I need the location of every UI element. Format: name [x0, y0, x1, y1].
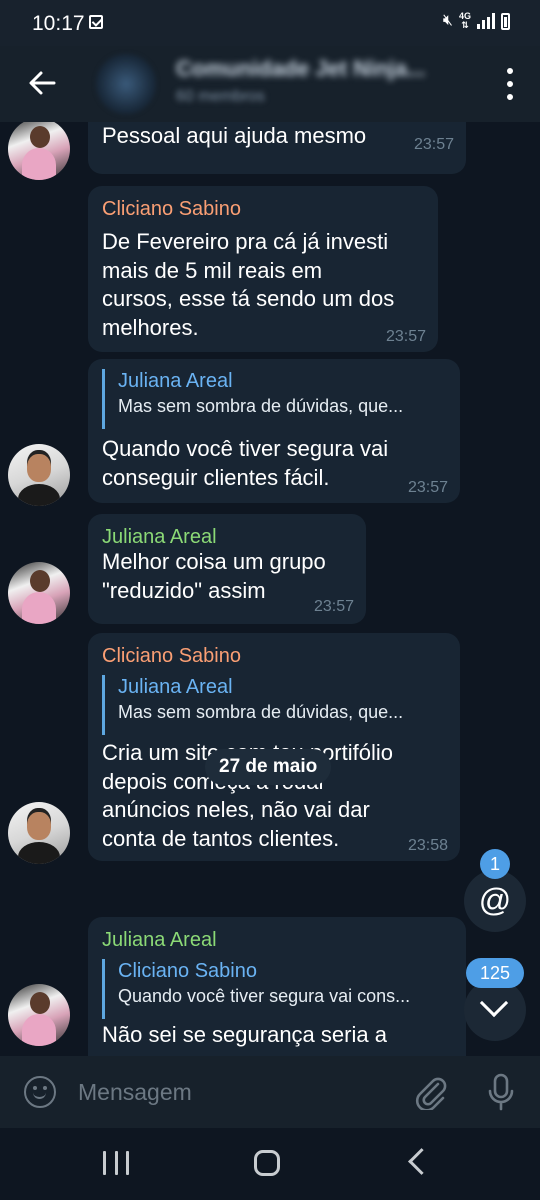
group-avatar[interactable] — [96, 54, 156, 114]
message-time: 23:57 — [313, 598, 354, 615]
message-bubble[interactable]: Juliana Areal Melhor coisa um grupo "red… — [88, 514, 366, 624]
at-icon: @ — [478, 882, 512, 918]
message-bubble[interactable]: Juliana Areal Mas sem sombra de dúvidas,… — [88, 359, 460, 503]
message-input-bar — [0, 1056, 540, 1128]
system-nav-bar — [0, 1128, 540, 1200]
battery-icon — [501, 12, 510, 30]
group-member-count: 60 membros — [176, 88, 265, 105]
avatar-cliciano[interactable] — [8, 444, 70, 506]
emoji-icon[interactable] — [24, 1076, 56, 1108]
notification-icon — [89, 15, 103, 29]
status-time: 10:17 — [32, 12, 85, 35]
mentions-button[interactable]: @ — [464, 870, 526, 932]
message-bubble[interactable]: Cliciano Sabino Juliana Areal Mas sem so… — [88, 633, 460, 861]
reply-preview[interactable]: Cliciano Sabino Quando você tiver segura… — [102, 959, 410, 1019]
reply-text: Mas sem sombra de dúvidas, que... — [118, 396, 404, 416]
message-time: 23:58 — [407, 837, 448, 854]
more-options-icon[interactable] — [506, 68, 514, 100]
reply-text: Quando você tiver segura vai cons... — [118, 986, 411, 1006]
reply-text: Mas sem sombra de dúvidas, que... — [118, 702, 404, 722]
message-text: De Fevereiro pra cá já investi mais de 5… — [102, 229, 395, 340]
message-input[interactable] — [78, 1074, 398, 1110]
attach-icon[interactable] — [414, 1074, 448, 1110]
status-bar: 10:17 🔇︎ 4G ⇅ — [0, 0, 540, 46]
message-text: Não sei se segurança seria a — [102, 1022, 387, 1047]
reply-preview[interactable]: Juliana Areal Mas sem sombra de dúvidas,… — [102, 369, 403, 429]
back-arrow-icon[interactable] — [26, 66, 60, 100]
sender-name[interactable]: Cliciano Sabino — [102, 645, 241, 668]
reply-preview[interactable]: Juliana Areal Mas sem sombra de dúvidas,… — [102, 675, 403, 735]
home-icon[interactable] — [254, 1150, 280, 1176]
reply-author: Juliana Areal — [118, 676, 233, 698]
reply-author: Juliana Areal — [118, 370, 233, 392]
message-text: Quando você tiver segura vai conseguir c… — [102, 436, 389, 490]
message-time: 23:57 — [385, 328, 426, 345]
status-icons: 🔇︎ 4G ⇅ — [443, 12, 510, 30]
message-bubble[interactable]: Cliciano Sabino De Fevereiro pra cá já i… — [88, 186, 438, 352]
avatar-juliana[interactable] — [8, 122, 70, 180]
message-time: 23:57 — [413, 136, 454, 153]
signal-icon — [477, 13, 495, 29]
avatar-juliana[interactable] — [8, 984, 70, 1046]
chevron-down-icon — [479, 988, 509, 1018]
scroll-down-button[interactable] — [464, 979, 526, 1041]
mute-icon: 🔇︎ — [442, 12, 453, 29]
mention-count-badge: 1 — [480, 849, 510, 879]
sender-name[interactable]: Juliana Areal — [102, 526, 217, 549]
network-type: 4G ⇅ — [458, 11, 471, 30]
date-separator: 27 de maio — [205, 749, 332, 785]
microphone-icon[interactable] — [486, 1072, 516, 1112]
message-text: Melhor coisa um grupo "reduzido" assim — [102, 549, 326, 603]
group-title[interactable]: Comunidade Jet Ninja... — [176, 56, 425, 82]
sender-name[interactable]: Juliana Areal — [102, 929, 217, 952]
avatar-cliciano[interactable] — [8, 802, 70, 864]
unread-count-badge: 125 — [466, 958, 524, 988]
avatar-juliana[interactable] — [8, 562, 70, 624]
recent-apps-icon[interactable] — [103, 1151, 129, 1175]
message-bubble[interactable]: Juliana Areal Cliciano Sabino Quando voc… — [88, 917, 466, 1056]
sender-name[interactable]: Cliciano Sabino — [102, 198, 241, 221]
message-list[interactable]: Pessoal aqui ajuda mesmo 23:57 Cliciano … — [0, 122, 540, 1056]
chat-header: Comunidade Jet Ninja... 60 membros — [0, 46, 540, 122]
message-bubble[interactable]: Pessoal aqui ajuda mesmo 23:57 — [88, 122, 466, 174]
back-icon[interactable] — [408, 1148, 435, 1175]
reply-author: Cliciano Sabino — [118, 960, 257, 982]
message-text: Pessoal aqui ajuda mesmo — [102, 123, 367, 148]
message-time: 23:57 — [407, 479, 448, 496]
